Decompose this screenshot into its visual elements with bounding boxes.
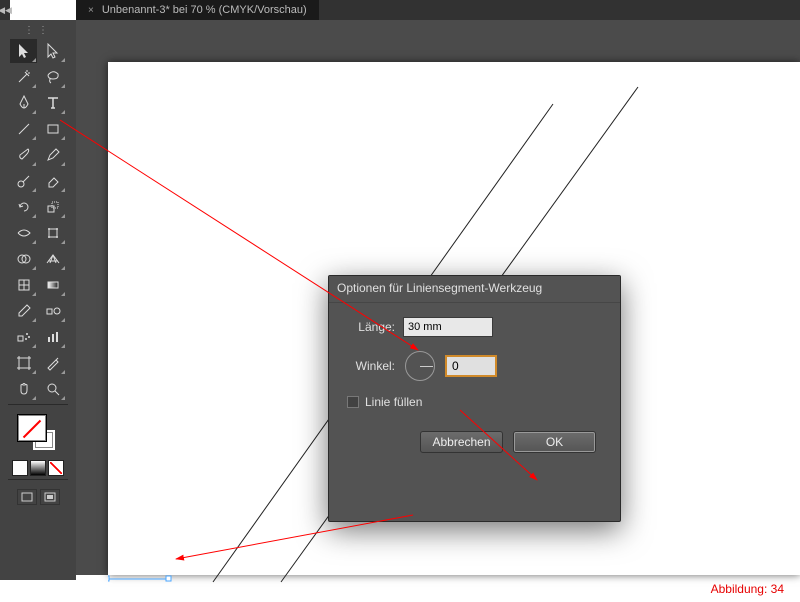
ok-button[interactable]: OK: [513, 431, 596, 453]
panel-grip[interactable]: ⋮⋮: [6, 25, 70, 36]
eraser-tool[interactable]: [39, 169, 66, 193]
screen-mode-toggle[interactable]: [40, 489, 60, 505]
screen-mode-normal[interactable]: [17, 489, 37, 505]
document-tab-bar: × Unbenannt-3* bei 70 % (CMYK/Vorschau): [76, 0, 800, 20]
direct-selection-tool[interactable]: [39, 39, 66, 63]
panel-collapse-nub[interactable]: ◀◀: [0, 0, 10, 20]
fill-line-label: Linie füllen: [365, 395, 422, 409]
collapse-glyph: ◀◀: [0, 5, 12, 16]
artboard-tool[interactable]: [10, 351, 37, 375]
rotate-tool[interactable]: [10, 195, 37, 219]
cancel-button[interactable]: Abbrechen: [420, 431, 503, 453]
fill-line-checkbox[interactable]: [347, 396, 359, 408]
fill-stroke-swatch[interactable]: [6, 412, 70, 456]
angle-dial[interactable]: [405, 351, 435, 381]
pen-tool[interactable]: [10, 91, 37, 115]
free-transform-tool[interactable]: [39, 221, 66, 245]
fill-swatch[interactable]: [17, 414, 47, 442]
column-graph-tool[interactable]: [39, 325, 66, 349]
color-mode-none[interactable]: [48, 460, 64, 476]
line-segment-options-dialog: Optionen für Liniensegment-Werkzeug Läng…: [328, 275, 621, 522]
shape-builder-tool[interactable]: [10, 247, 37, 271]
zoom-tool[interactable]: [39, 377, 66, 401]
type-tool[interactable]: [39, 91, 66, 115]
dialog-title: Optionen für Liniensegment-Werkzeug: [329, 276, 620, 303]
gradient-tool[interactable]: [39, 273, 66, 297]
hand-tool[interactable]: [10, 377, 37, 401]
length-label: Länge:: [347, 320, 395, 334]
document-tab[interactable]: × Unbenannt-3* bei 70 % (CMYK/Vorschau): [76, 0, 319, 20]
color-mode-gradient[interactable]: [30, 460, 46, 476]
color-mode-solid[interactable]: [12, 460, 28, 476]
mesh-tool[interactable]: [10, 273, 37, 297]
blob-brush-tool[interactable]: [10, 169, 37, 193]
document-title: Unbenannt-3* bei 70 % (CMYK/Vorschau): [102, 4, 307, 16]
angle-input[interactable]: [445, 355, 497, 377]
slice-tool[interactable]: [39, 351, 66, 375]
lasso-tool[interactable]: [39, 65, 66, 89]
magic-wand-tool[interactable]: [10, 65, 37, 89]
scale-tool[interactable]: [39, 195, 66, 219]
line-segment-tool[interactable]: [10, 117, 37, 141]
symbol-sprayer-tool[interactable]: [10, 325, 37, 349]
figure-caption: Abbildung: 34: [711, 582, 784, 596]
angle-label: Winkel:: [347, 359, 395, 373]
selection-tool[interactable]: [10, 39, 37, 63]
rectangle-tool[interactable]: [39, 117, 66, 141]
blend-tool[interactable]: [39, 299, 66, 323]
eyedropper-tool[interactable]: [10, 299, 37, 323]
width-tool[interactable]: [10, 221, 37, 245]
length-input[interactable]: [403, 317, 493, 337]
pencil-tool[interactable]: [39, 143, 66, 167]
close-icon[interactable]: ×: [88, 5, 94, 16]
paintbrush-tool[interactable]: [10, 143, 37, 167]
perspective-grid-tool[interactable]: [39, 247, 66, 271]
tools-panel: ⋮⋮: [0, 20, 76, 580]
